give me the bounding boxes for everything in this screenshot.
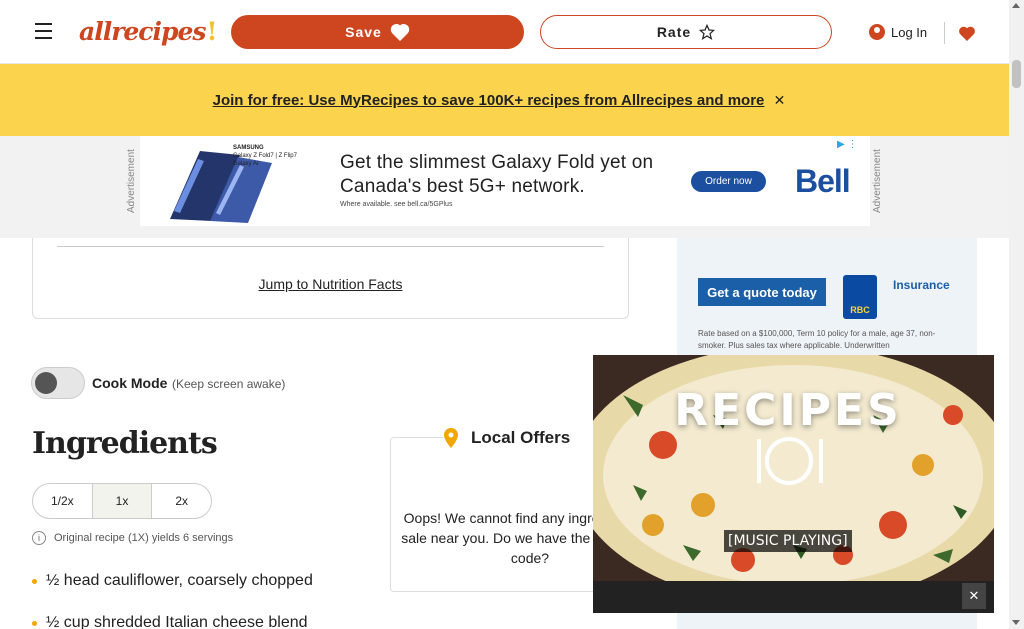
- toggle-knob: [35, 372, 57, 394]
- rate-button[interactable]: Rate: [540, 15, 832, 49]
- galaxy-ai-text: Galaxy AI: [233, 161, 259, 167]
- location-pin-icon: [444, 428, 458, 448]
- scale-1x-button[interactable]: 1x: [92, 484, 153, 518]
- page-scrollbar[interactable]: [1009, 0, 1024, 629]
- scale-half-button[interactable]: 1/2x: [33, 484, 93, 518]
- join-myrecipes-link[interactable]: Join for free: Use MyRecipes to save 100…: [213, 88, 765, 112]
- local-offers-header: Local Offers: [443, 423, 593, 453]
- save-label: Save: [345, 24, 382, 40]
- insurance-text: Insurance: [893, 278, 950, 292]
- yield-text: Original recipe (1X) yields 6 servings: [54, 532, 234, 544]
- allrecipes-logo[interactable]: allrecipes!: [79, 14, 217, 48]
- save-button[interactable]: Save: [231, 15, 524, 49]
- heart-icon: [390, 24, 410, 41]
- leaderboard-ad[interactable]: SAMSUNG Galaxy Z Fold7 | Z Flip7 Galaxy …: [140, 136, 870, 226]
- close-icon[interactable]: ✕: [771, 91, 788, 109]
- logo-text: allrecipes: [79, 16, 206, 46]
- ad-label-left: Advertisement: [126, 149, 137, 213]
- zip-code-control[interactable]: [505, 469, 523, 479]
- bullet-icon: [32, 578, 37, 584]
- sidebar-ad-fine-print: Rate based on a $100,000, Term 10 policy…: [698, 329, 936, 350]
- scroll-up-icon[interactable]: [1012, 3, 1020, 8]
- serving-scale-selector: 1/2x 1x 2x: [32, 483, 212, 519]
- user-icon: [869, 24, 885, 40]
- login-link[interactable]: Log In: [869, 20, 933, 44]
- galaxy-model-text: Galaxy Z Fold7 | Z Flip7: [233, 153, 297, 159]
- site-header: allrecipes! Save Rate Log In: [0, 0, 1009, 64]
- video-caption: [MUSIC PLAYING]: [724, 530, 852, 552]
- info-icon[interactable]: i: [32, 531, 46, 545]
- cook-mode-note[interactable]: (Keep screen awake): [172, 374, 294, 394]
- cook-mode-toggle[interactable]: [31, 367, 85, 399]
- ingredient-text[interactable]: ½ cup shredded Italian cheese blend: [46, 614, 308, 629]
- ingredients-heading: Ingredients: [32, 426, 218, 461]
- ingredient-text[interactable]: ½ head cauliflower, coarsely chopped: [46, 572, 313, 590]
- cook-mode-label: Cook Mode: [92, 375, 168, 391]
- list-item: ½ cup shredded Italian cheese blend: [32, 614, 308, 629]
- adchoices-icon[interactable]: ▶ ⋮: [837, 139, 857, 150]
- page: allrecipes! Save Rate Log In Join for fr…: [0, 0, 1024, 629]
- samsung-brand: SAMSUNG Galaxy Z Fold7 | Z Flip7 Galaxy …: [233, 144, 297, 168]
- bell-logo: Bell: [795, 163, 851, 199]
- header-divider: [944, 22, 945, 44]
- saved-recipes-icon[interactable]: [955, 20, 979, 46]
- get-quote-button[interactable]: Get a quote today: [698, 278, 826, 306]
- logo-mark-icon: !: [206, 16, 217, 46]
- star-icon: [699, 24, 716, 40]
- rate-label: Rate: [656, 24, 692, 40]
- video-controls-bar[interactable]: [593, 581, 994, 613]
- login-label: Log In: [891, 24, 928, 40]
- menu-icon[interactable]: [30, 17, 57, 44]
- video-title: RECIPES: [674, 385, 902, 436]
- jump-to-nutrition-link[interactable]: Jump to Nutrition Facts: [251, 272, 410, 295]
- list-item: ½ head cauliflower, coarsely chopped: [32, 572, 313, 590]
- bullet-icon: [32, 620, 37, 626]
- ad-label-right: Advertisement: [872, 149, 883, 213]
- yield-info: i Original recipe (1X) yields 6 servings: [32, 530, 233, 546]
- rbc-logo: RBC: [843, 275, 877, 319]
- card-divider: [57, 246, 604, 247]
- scale-2x-button[interactable]: 2x: [152, 484, 211, 518]
- local-offers-title: Local Offers: [471, 428, 571, 447]
- video-player[interactable]: RECIPES [MUSIC PLAYING]: [593, 355, 994, 581]
- ad-headline: Get the slimmest Galaxy Fold yet on Cana…: [340, 152, 654, 197]
- video-close-icon[interactable]: ✕: [962, 583, 986, 609]
- samsung-text: SAMSUNG: [233, 145, 264, 151]
- scroll-down-icon[interactable]: [1012, 620, 1020, 625]
- scrollbar-thumb[interactable]: [1012, 60, 1021, 88]
- ad-fine-print: Where available. see bell.ca/5GPlus: [340, 201, 453, 208]
- order-now-button[interactable]: Order now: [691, 171, 766, 192]
